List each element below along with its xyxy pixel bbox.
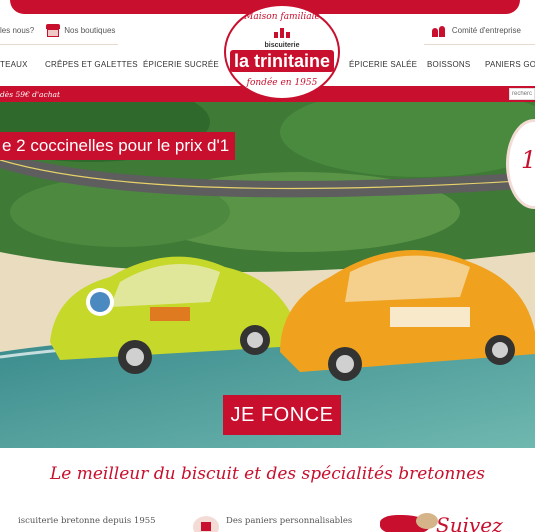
cta-button[interactable]: JE FONCE (223, 395, 341, 435)
utility-link-business[interactable]: Comité d'entreprise (452, 26, 521, 35)
logo-biscuiterie: biscuiterie (264, 42, 300, 49)
follow-us[interactable]: Suivez (380, 513, 530, 532)
logo-tagline-top: Maison familiale (244, 12, 320, 22)
utility-link-stores-label: Nos boutiques (64, 25, 116, 35)
utility-divider-left (0, 44, 118, 45)
brand-logo[interactable]: Maison familiale biscuiterie la trinitai… (224, 4, 340, 100)
nav-item-epicerie-sucree[interactable]: ÉPICERIE SUCRÉE (143, 60, 219, 69)
people-icon (431, 24, 446, 37)
follow-label: Suivez (436, 513, 503, 532)
hero-badge-text: 1 (521, 146, 535, 174)
utility-link-about-label: les nous? (0, 25, 35, 35)
utility-divider-right (424, 44, 535, 45)
page-tagline: Le meilleur du biscuit et des spécialité… (49, 464, 486, 484)
utility-bar-left: les nous? Nos boutiques (0, 20, 127, 40)
gift-basket-icon (193, 516, 219, 532)
nav-item-crepes[interactable]: CRÊPES ET GALETTES (45, 60, 138, 69)
shop-icon (46, 23, 61, 37)
utility-bar-right: Comité d'entreprise (431, 20, 521, 40)
logo-tagline-bottom: fondée en 1955 (246, 78, 318, 88)
hero-title: e 2 coccinelles pour le prix d'1 (0, 132, 236, 160)
logo-brand-name: la trinitaine (230, 50, 334, 72)
nav-item-epicerie-salee[interactable]: ÉPICERIE SALÉE (349, 60, 417, 69)
promo-text: dès 59€ d'achat (0, 89, 61, 99)
biscuit-icon (416, 513, 438, 529)
nav-item-gateaux[interactable]: TEAUX (0, 60, 28, 69)
utility-link-about[interactable]: les nous? (0, 26, 34, 35)
search-input[interactable] (509, 88, 535, 100)
nav-item-paniers[interactable]: PANIERS GOU (485, 60, 535, 69)
features-row: iscuiterie bretonne depuis 1955 Des pani… (0, 510, 535, 532)
feature-custom-baskets: Des paniers personnalisables (226, 516, 353, 526)
hero-banner[interactable]: e 2 coccinelles pour le prix d'1 1 JE FO… (0, 102, 535, 448)
nav-item-boissons[interactable]: BOISSONS (427, 60, 470, 69)
crown-icon (272, 28, 292, 38)
utility-link-stores[interactable]: Nos boutiques (46, 23, 116, 37)
feature-heritage: iscuiterie bretonne depuis 1955 (18, 516, 156, 526)
